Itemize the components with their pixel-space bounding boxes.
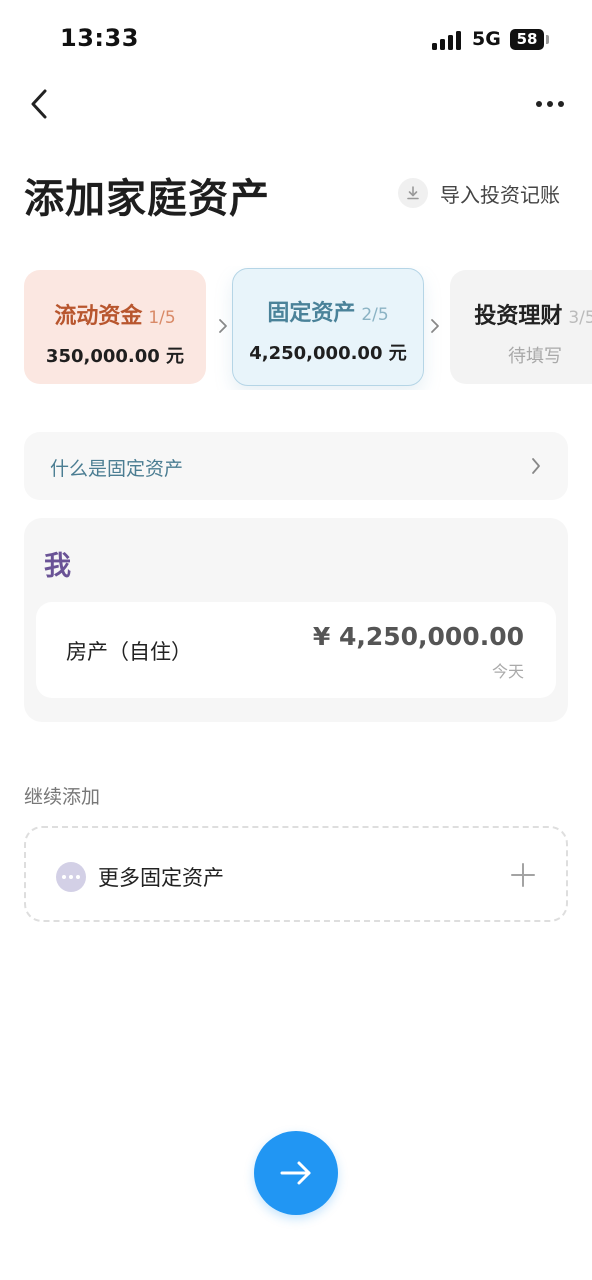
network-type: 5G [472,28,501,50]
more-options-button[interactable] [530,88,570,120]
status-time: 13:33 [60,24,139,52]
step-card-investment[interactable]: 投资理财 3/5 待填写 [450,270,592,384]
import-label: 导入投资记账 [440,182,560,207]
signal-icon [432,30,464,50]
step-count: 1/5 [148,308,176,328]
next-button[interactable] [254,1131,338,1215]
more-horizontal-icon [536,101,542,107]
status-bar: 13:33 5G 58 [0,0,592,80]
asset-name: 房产（自住） [66,640,192,664]
chevron-right-icon [431,319,439,333]
step-tabs: 流动资金 1/5 350,000.00 元 固定资产 2/5 4,250,000.0… [0,266,592,390]
more-circle-icon [56,862,86,892]
owner-name: 我 [44,551,71,582]
step-count: 2/5 [361,305,389,325]
info-label: 什么是固定资产 [50,458,184,480]
step-value: 4,250,000.00 元 [249,343,407,364]
step-label: 投资理财 [474,304,563,329]
back-button[interactable] [22,86,56,122]
step-label: 流动资金 [54,304,143,329]
step-count: 3/5 [568,308,592,328]
step-card-fixed-assets[interactable]: 固定资产 2/5 4,250,000.00 元 [232,268,424,386]
chevron-right-icon [219,319,227,333]
download-icon [398,178,428,208]
asset-item[interactable]: 房产（自住） ¥ 4,250,000.00 今天 [36,602,556,698]
owner-section: 我 房产（自住） ¥ 4,250,000.00 今天 [24,518,568,722]
continue-add-label: 继续添加 [24,786,101,808]
battery-icon: 58 [510,29,544,50]
chevron-left-icon [31,89,47,119]
arrow-right-icon [280,1161,311,1185]
what-is-fixed-assets-link[interactable]: 什么是固定资产 [24,432,568,500]
page-title: 添加家庭资产 [24,176,270,222]
import-investment-button[interactable]: 导入投资记账 [398,176,560,210]
add-more-label: 更多固定资产 [98,866,224,890]
step-value: 待填写 [508,346,562,367]
step-card-liquid-funds[interactable]: 流动资金 1/5 350,000.00 元 [24,270,206,384]
asset-date: 今天 [491,662,524,681]
step-value: 350,000.00 元 [45,346,185,367]
step-label: 固定资产 [267,301,356,326]
asset-amount: ¥ 4,250,000.00 [312,622,524,651]
chevron-right-icon [532,458,540,474]
battery-tip [546,35,549,44]
add-more-fixed-assets-button[interactable]: 更多固定资产 [24,826,568,922]
plus-icon [510,862,536,888]
